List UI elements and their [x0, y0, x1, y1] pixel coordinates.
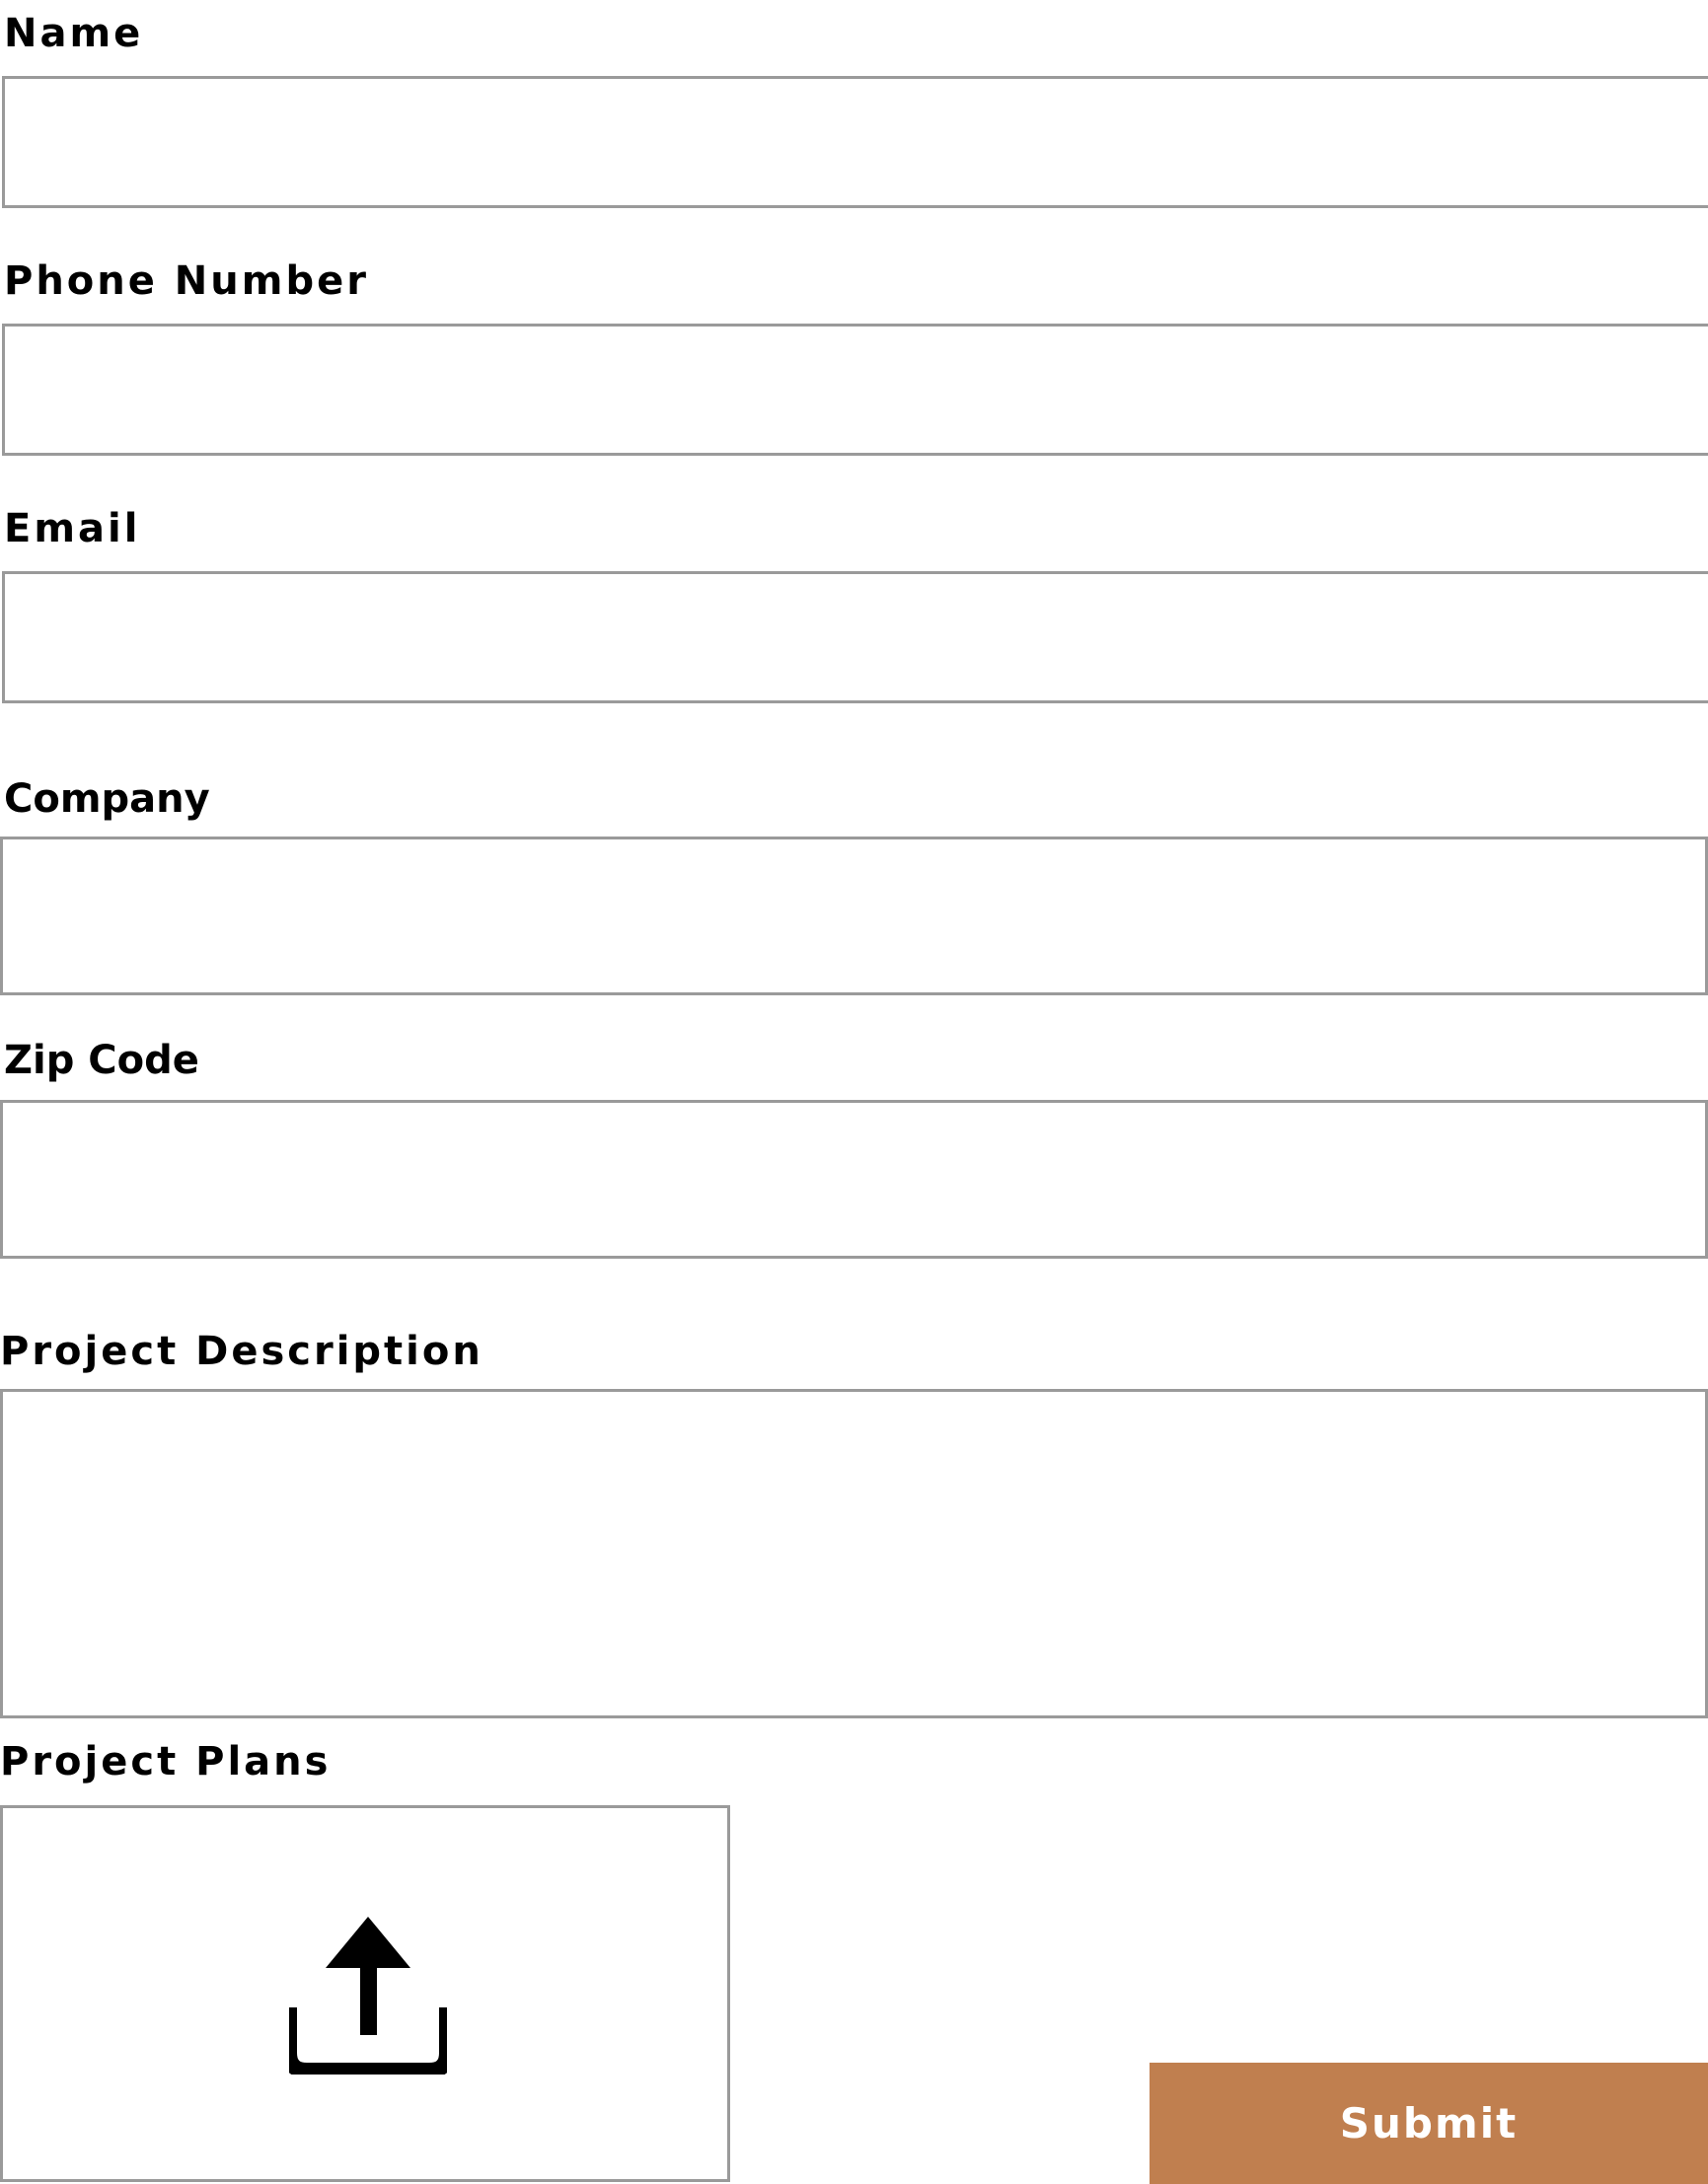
name-label: Name — [4, 11, 144, 56]
upload-icon — [289, 1917, 447, 2075]
project-plans-label: Project Plans — [0, 1739, 332, 1784]
name-field-box — [2, 76, 1708, 208]
phone-number-label: Phone Number — [4, 258, 369, 304]
company-input[interactable] — [3, 839, 1705, 992]
submit-button[interactable]: Submit — [1150, 2063, 1708, 2184]
project-description-label: Project Description — [0, 1329, 483, 1374]
company-label: Company — [4, 776, 210, 822]
email-field-box — [2, 571, 1708, 703]
company-field-box — [0, 837, 1708, 995]
email-input[interactable] — [5, 574, 1708, 700]
name-input[interactable] — [5, 79, 1708, 205]
phone-number-input[interactable] — [5, 327, 1708, 453]
zip-code-field-box — [0, 1100, 1708, 1259]
email-label: Email — [4, 506, 141, 551]
phone-number-field-box — [2, 324, 1708, 456]
project-description-field-box — [0, 1389, 1708, 1718]
zip-code-label: Zip Code — [4, 1038, 199, 1083]
file-upload-dropzone[interactable] — [0, 1805, 730, 2182]
project-description-textarea[interactable] — [3, 1392, 1705, 1715]
zip-code-input[interactable] — [3, 1103, 1705, 1256]
